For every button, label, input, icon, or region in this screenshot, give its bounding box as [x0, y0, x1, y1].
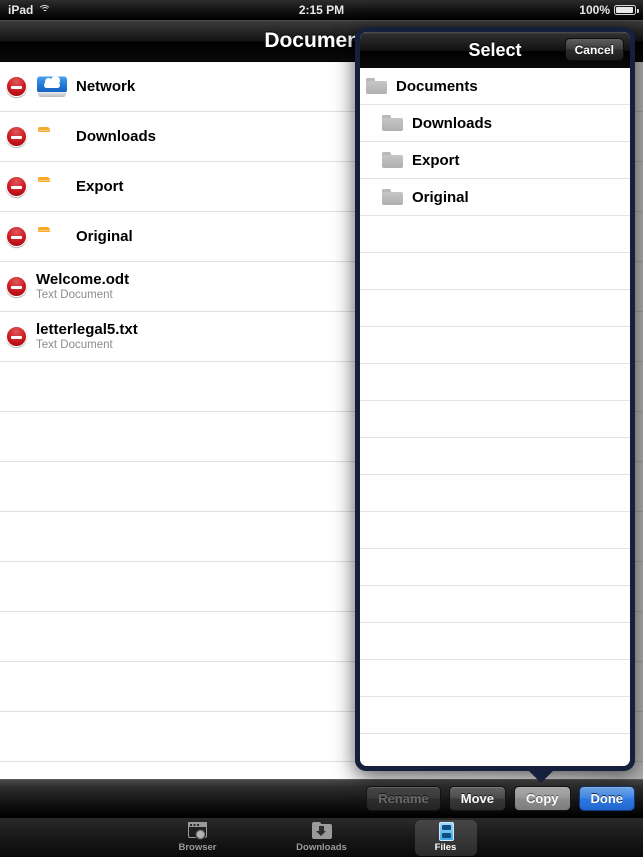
popover-folder-list[interactable]: Documents Downloads Export Original: [360, 68, 630, 766]
folder-icon: [36, 123, 68, 151]
status-bar-time: 2:15 PM: [298, 3, 345, 17]
delete-minus-icon[interactable]: [6, 276, 27, 297]
tab-label: Files: [434, 842, 457, 853]
network-drive-icon: [36, 73, 68, 101]
delete-minus-icon[interactable]: [6, 76, 27, 97]
empty-row: [360, 512, 630, 549]
move-button-label: Move: [460, 791, 494, 806]
delete-minus-icon[interactable]: [6, 126, 27, 147]
empty-row: [360, 475, 630, 512]
popover-folder-name: Downloads: [412, 114, 493, 132]
copy-button-label: Copy: [526, 791, 559, 806]
file-row-labels: Downloads: [76, 128, 156, 145]
folder-icon: [366, 78, 388, 94]
rename-button-label: Rename: [378, 791, 429, 806]
folder-download-icon: [311, 822, 333, 841]
folder-icon: [382, 152, 404, 168]
status-bar: iPad 2:15 PM 100%: [0, 0, 643, 20]
popover-arrow: [524, 766, 558, 783]
file-name: Network: [76, 78, 136, 95]
file-row-labels: Original: [76, 228, 133, 245]
empty-row: [360, 364, 630, 401]
empty-row: [360, 253, 630, 290]
rename-button: Rename: [366, 786, 441, 811]
battery-percent-label: 100%: [579, 3, 610, 17]
empty-row: [360, 216, 630, 253]
move-button[interactable]: Move: [448, 786, 506, 811]
file-subtitle: Text Document: [36, 288, 113, 301]
file-name: Welcome.odt: [36, 270, 130, 288]
popover-folder-row[interactable]: Original: [360, 179, 630, 216]
folder-icon: [382, 115, 404, 131]
tab-label: Browser: [178, 842, 217, 853]
empty-row: [360, 549, 630, 586]
done-button-label: Done: [590, 791, 624, 806]
file-row-labels: Export: [76, 178, 124, 195]
battery-icon: [614, 5, 639, 15]
delete-minus-icon[interactable]: [6, 326, 27, 347]
select-destination-popover: Select Cancel Documents Downloads Export Or…: [355, 27, 635, 771]
cancel-button[interactable]: Cancel: [564, 38, 624, 61]
tab-files[interactable]: Files: [414, 819, 477, 856]
popover-inner: Select Cancel Documents Downloads Export Or…: [360, 32, 630, 766]
cancel-button-label: Cancel: [574, 42, 614, 57]
popover-folder-row[interactable]: Downloads: [360, 105, 630, 142]
browser-globe-icon: [187, 822, 209, 841]
file-row-labels: Welcome.odt Text Document: [36, 271, 129, 303]
empty-row: [360, 734, 630, 766]
empty-row: [360, 623, 630, 660]
tab-bar: Browser Downloads Files: [0, 817, 643, 857]
status-bar-right: 100%: [579, 3, 639, 17]
file-cabinet-icon: [435, 822, 457, 841]
file-name: Export: [76, 178, 124, 195]
tab-label: Downloads: [296, 842, 347, 853]
delete-minus-icon[interactable]: [6, 226, 27, 247]
file-name: Original: [76, 228, 133, 245]
done-button[interactable]: Done: [578, 786, 635, 811]
empty-row: [360, 586, 630, 623]
file-name: letterlegal5.txt: [36, 320, 138, 338]
file-row-labels: letterlegal5.txt Text Document: [36, 321, 138, 353]
empty-row: [360, 327, 630, 364]
tab-downloads[interactable]: Downloads: [291, 820, 353, 856]
popover-navigation-bar: Select Cancel: [360, 32, 630, 68]
file-row-labels: Network: [76, 78, 135, 95]
popover-folder-name: Documents: [396, 77, 478, 95]
tab-browser[interactable]: Browser: [167, 820, 229, 856]
file-subtitle: Text Document: [36, 338, 113, 351]
popover-folder-row[interactable]: Export: [360, 142, 630, 179]
folder-icon: [36, 223, 68, 251]
empty-row: [360, 290, 630, 327]
copy-button[interactable]: Copy: [514, 786, 571, 811]
file-name: Downloads: [76, 128, 157, 145]
folder-icon: [382, 189, 404, 205]
popover-folder-name: Original: [412, 188, 469, 206]
popover-folder-row[interactable]: Documents: [360, 68, 630, 105]
bottom-toolbar: Rename Move Copy Done: [0, 779, 643, 817]
empty-row: [360, 438, 630, 475]
empty-row: [360, 660, 630, 697]
empty-row: [360, 697, 630, 734]
delete-minus-icon[interactable]: [6, 176, 27, 197]
empty-row: [360, 401, 630, 438]
folder-icon: [36, 173, 68, 201]
popover-folder-name: Export: [412, 151, 460, 169]
